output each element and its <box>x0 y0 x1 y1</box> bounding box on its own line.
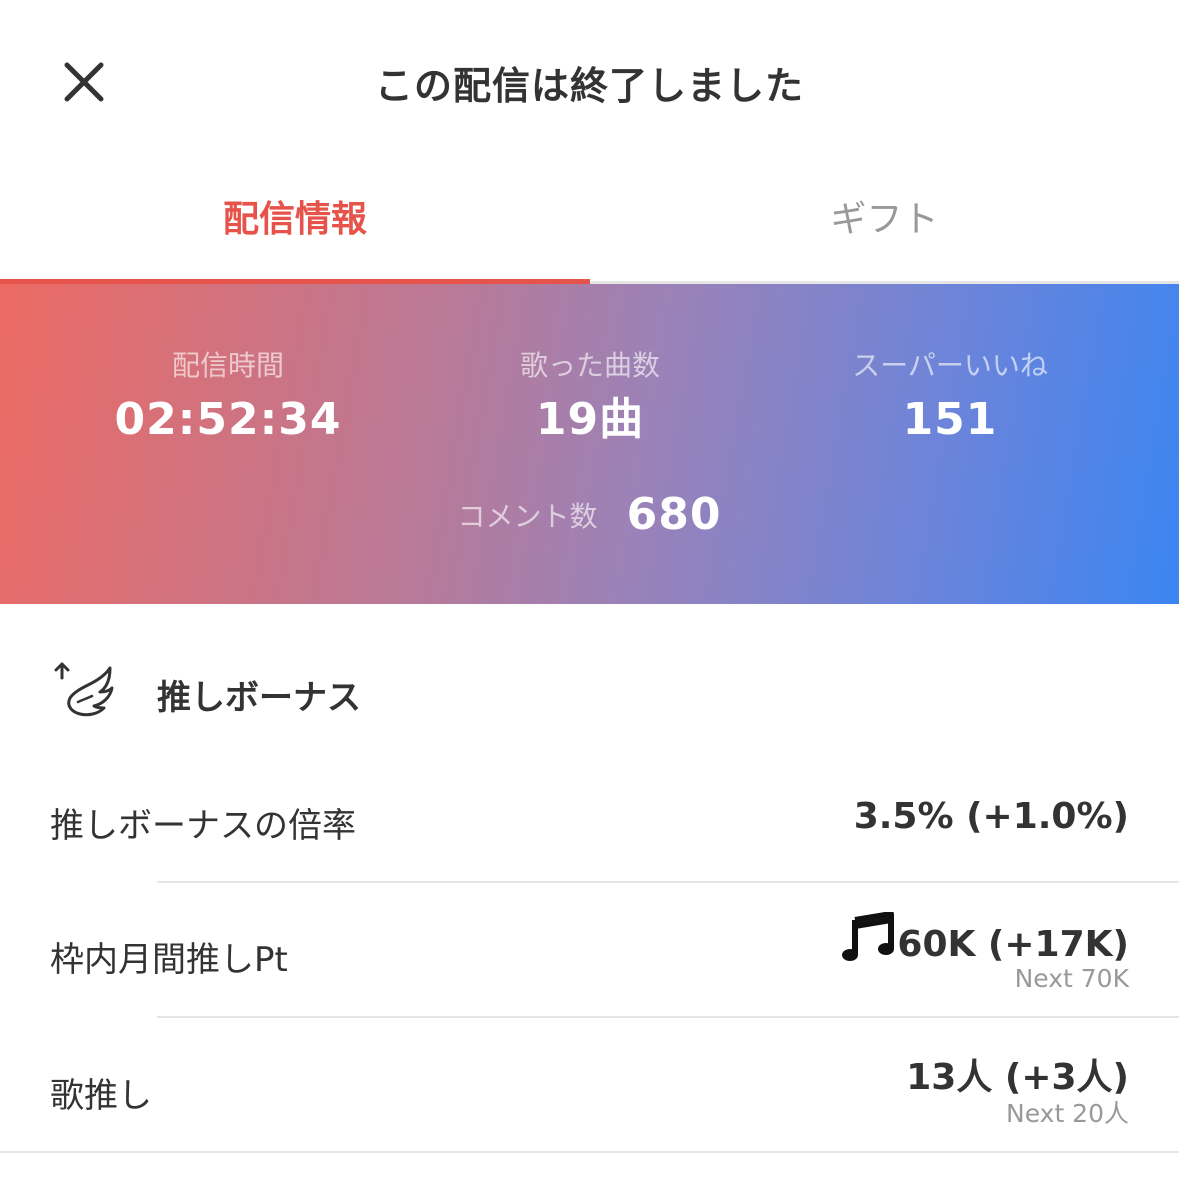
monthly-points-label: 枠内月間推しPt <box>50 940 288 980</box>
stat-songs: 歌った曲数 19曲 <box>410 346 770 448</box>
bonus-row-song-oshi: 歌推し 13人 (+3人) Next 20人 <box>0 1034 1179 1150</box>
bonus-row-multiplier: 推しボーナスの倍率 3.5% (+1.0%) <box>0 780 1179 880</box>
row-divider <box>157 881 1179 883</box>
stat-comments-label: コメント数 <box>457 499 598 533</box>
stat-super-likes-label: スーパーいいね <box>852 349 1048 382</box>
monthly-points-value-wrap: 60K (+17K) <box>841 912 1129 965</box>
wing-icon <box>54 662 114 717</box>
stat-comments-value: 680 <box>626 489 722 540</box>
row-divider <box>157 1016 1179 1018</box>
stat-songs-label: 歌った曲数 <box>519 349 660 382</box>
row-divider <box>0 1151 1179 1153</box>
section-title: 推しボーナス <box>157 678 361 718</box>
stream-stats-panel: 配信時間 02:52:34 歌った曲数 19曲 スーパーいいね 151 コメント… <box>0 284 1179 604</box>
page-title: この配信は終了しました <box>374 64 804 108</box>
monthly-points-value: 60K (+17K) <box>897 924 1129 965</box>
header-bar: この配信は終了しました <box>0 0 1179 160</box>
music-note-icon <box>842 912 895 961</box>
stat-duration: 配信時間 02:52:34 <box>48 346 408 448</box>
song-oshi-label: 歌推し <box>50 1076 152 1116</box>
song-oshi-value: 13人 (+3人) <box>906 1057 1129 1098</box>
stat-comments: コメント数 680 <box>0 489 1179 540</box>
tab-gift[interactable]: ギフト <box>590 160 1179 284</box>
tab-stream-info-label: 配信情報 <box>222 199 367 240</box>
stat-songs-value: 19曲 <box>535 394 645 445</box>
tab-stream-info[interactable]: 配信情報 <box>0 160 590 284</box>
stat-duration-value: 02:52:34 <box>114 394 342 445</box>
tab-gift-label: ギフト <box>830 199 939 240</box>
stat-super-likes: スーパーいいね 151 <box>770 346 1130 448</box>
bonus-multiplier-value: 3.5% (+1.0%) <box>853 796 1129 837</box>
bonus-row-monthly-points: 枠内月間推しPt 60K (+17K) Next 70K <box>0 900 1179 1016</box>
song-oshi-next: Next 20人 <box>1006 1099 1129 1128</box>
bonus-multiplier-label: 推しボーナスの倍率 <box>50 806 356 846</box>
oshi-bonus-header: 推しボーナス <box>0 640 1179 750</box>
stat-super-likes-value: 151 <box>902 394 998 445</box>
tab-bar: 配信情報 ギフト <box>0 160 1179 284</box>
monthly-points-next: Next 70K <box>1014 964 1129 993</box>
stat-duration-label: 配信時間 <box>171 349 284 382</box>
